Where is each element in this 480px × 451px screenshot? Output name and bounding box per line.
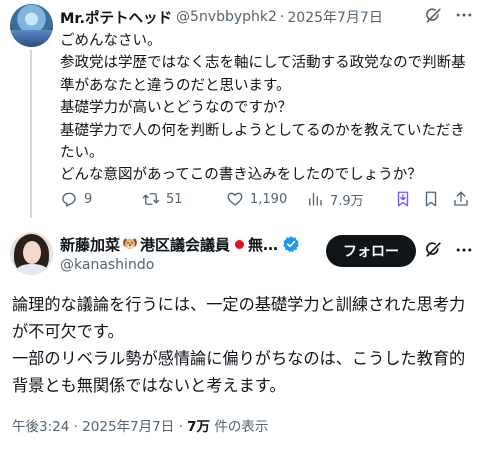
main-header: 新藤加菜 港区議会議員 無…	[60, 234, 300, 254]
reply-text: ごめんなさい。 参政党は学歴ではなく志を軸にして活動する政党なので判断基準があな…	[60, 30, 472, 187]
reply-count: 9	[84, 191, 93, 207]
author-title[interactable]: 港区議会議員	[140, 234, 230, 255]
views-count: 7.9万	[330, 193, 364, 209]
more-icon[interactable]	[454, 5, 474, 25]
views-count[interactable]: 7万	[187, 419, 210, 435]
tweet-line: 論理的な議論を行うには、一定の基礎学力と訓練された思考力が不可欠です。	[12, 295, 466, 341]
tweet-date[interactable]: 2025年7月7日	[287, 7, 382, 27]
bookmark-save-icon[interactable]	[422, 190, 440, 208]
avatar[interactable]	[10, 4, 53, 47]
repost-icon	[142, 193, 160, 205]
separator: ·	[279, 9, 285, 25]
like-count: 1,190	[250, 191, 288, 207]
author-handle[interactable]: @5nvbbyphk2	[176, 9, 277, 25]
bookmark-icon[interactable]	[394, 190, 412, 208]
reply-header: Mr.ポテトヘッド @5nvbbyphk2 · 2025年7月7日	[60, 7, 383, 27]
author-name[interactable]: 新藤加菜	[60, 234, 120, 255]
repost-count: 51	[166, 191, 183, 207]
avatar[interactable]	[10, 232, 53, 275]
share-icon[interactable]	[452, 190, 470, 208]
views-label: 件の表示	[210, 419, 269, 435]
like-icon	[227, 192, 243, 206]
more-icon[interactable]	[454, 240, 474, 260]
main-tweet-text: 論理的な議論を行うには、一定の基礎学力と訓練された思考力が不可欠です。 一部のリ…	[12, 291, 472, 399]
thread-line	[30, 50, 32, 218]
grok-icon[interactable]	[424, 240, 444, 260]
verified-icon[interactable]	[282, 235, 300, 253]
views-button[interactable]: 7.9万	[306, 188, 364, 210]
follow-button[interactable]: フォロー	[326, 235, 416, 267]
tweet-date[interactable]: 2025年7月7日	[82, 419, 174, 435]
tweet-meta: 午後3:24 · 2025年7月7日 · 7万 件の表示	[12, 415, 268, 435]
separator: ·	[178, 419, 183, 435]
author-handle[interactable]: @kanashindo	[60, 257, 154, 273]
reply-icon	[62, 192, 76, 207]
reply-button[interactable]: 9	[60, 188, 92, 210]
red-circle-icon	[235, 239, 245, 249]
reply-line: 参政党は学歴ではなく志を軸にして活動する政党なので判断基準があなたと違うのだと思…	[60, 55, 466, 94]
reply-line: どんな意図があってこの書き込みをしたのでしょうか？	[60, 167, 422, 184]
author-name-truncated[interactable]: 無…	[248, 234, 278, 255]
repost-button[interactable]: 51	[142, 188, 183, 210]
dog-emoji-icon	[123, 238, 137, 250]
reply-line: 基礎学力で人の何を判断しようとしてるのかを教えていただきたい。	[60, 122, 465, 162]
action-bar: 9 51 1,190 7.9万	[60, 188, 472, 210]
like-button[interactable]: 1,190	[226, 188, 287, 210]
grok-icon[interactable]	[424, 6, 444, 26]
reply-line: ごめんなさい。	[60, 33, 162, 49]
reply-tweet[interactable]: Mr.ポテトヘッド @5nvbbyphk2 · 2025年7月7日 ごめんなさい…	[0, 0, 480, 218]
tweet-time[interactable]: 午後3:24	[12, 419, 69, 435]
tweet-line: 一部のリベラル勢が感情論に偏りがちなのは、こうした教育的背景とも無関係ではないと…	[12, 349, 466, 395]
views-icon	[309, 193, 322, 206]
author-name[interactable]: Mr.ポテトヘッド	[60, 7, 172, 28]
separator: ·	[73, 419, 78, 435]
reply-line: 基礎学力が高いとどうなのですか？	[60, 100, 292, 117]
